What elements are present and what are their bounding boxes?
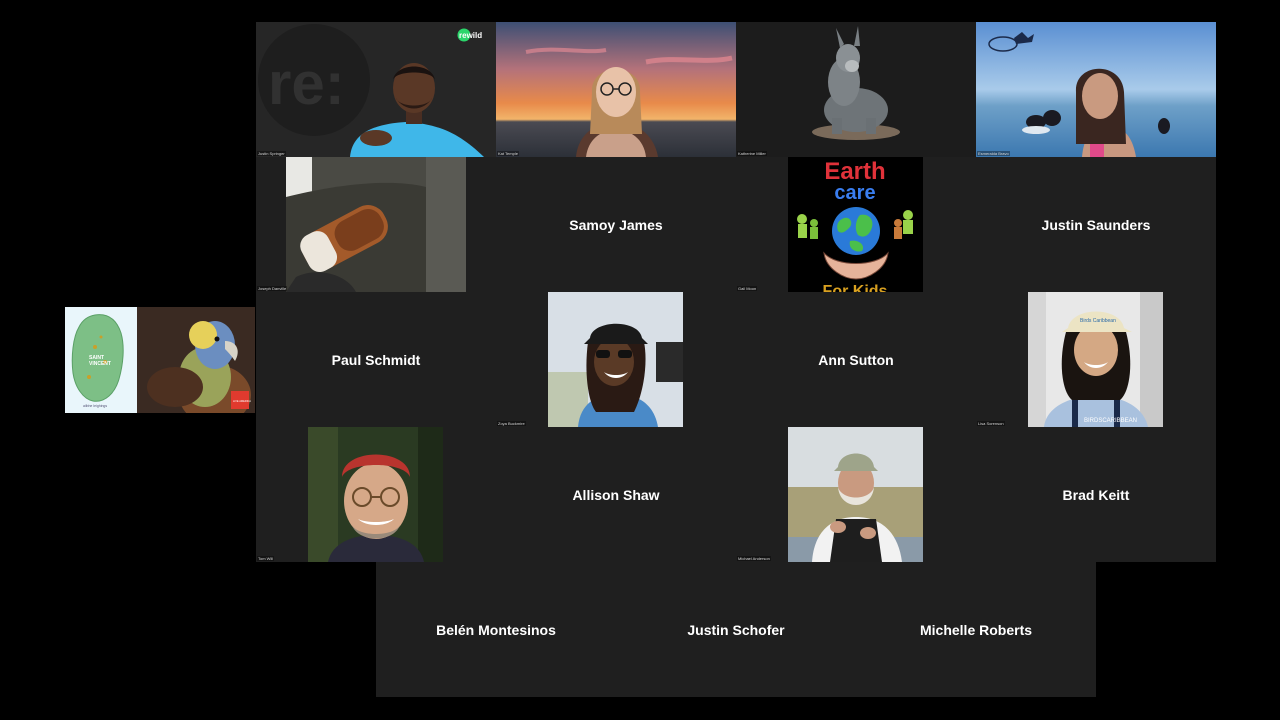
participant-tile[interactable]: Brad Keitt xyxy=(976,427,1216,562)
participant-tile[interactable]: Allison Shaw xyxy=(496,427,736,562)
video-katherine-miller xyxy=(736,22,976,157)
participant-name: Esmeralda Bravo xyxy=(977,151,1010,156)
video-feed xyxy=(496,22,736,157)
participant-name: Brad Keitt xyxy=(1062,486,1130,503)
video-kat-temple xyxy=(496,22,736,157)
participant-name: Allison Shaw xyxy=(572,486,660,503)
video-zoya-buckmire xyxy=(548,292,683,427)
shirt-text: BIRDSCARIBBEAN xyxy=(1084,418,1137,424)
poster-line2: care xyxy=(834,182,875,204)
video-feed xyxy=(788,427,923,562)
video-justin-springer: re: rewild xyxy=(256,22,496,157)
participant-name: Ann Sutton xyxy=(818,351,894,368)
participant-name: Justin Springer xyxy=(257,151,286,156)
map-and-parrot-image: SAINT VINCENT ailbhe leighings LIVE AMER… xyxy=(65,307,255,413)
participant-tile[interactable]: Zoya Buckmire xyxy=(496,292,736,427)
poster-line1: Earth xyxy=(824,158,885,185)
participant-name: Belén Montesinos xyxy=(436,621,556,638)
participant-tile[interactable]: Joseph Danville xyxy=(256,157,496,292)
participant-tile[interactable]: Esmeralda Bravo xyxy=(976,22,1216,157)
participant-name: Katherine Miller xyxy=(737,151,767,156)
participant-tile[interactable]: Michael Anderson xyxy=(736,427,976,562)
video-feed xyxy=(308,427,443,562)
participant-tile[interactable]: Ann Sutton xyxy=(736,292,976,427)
participant-tile[interactable]: BIRDSCARIBBEAN Birds Caribbean Lisa Sore… xyxy=(976,292,1216,427)
participant-tile[interactable]: Michelle Roberts xyxy=(856,562,1096,697)
participant-tile[interactable]: Katherine Miller xyxy=(736,22,976,157)
video-earth-care-poster: Earth care For Kids xyxy=(788,157,923,292)
video-feed: Earth care For Kids xyxy=(788,157,923,292)
cap-text: Birds Caribbean xyxy=(1080,318,1116,324)
participant-tile[interactable]: Tom Will xyxy=(256,427,496,562)
participant-name: Michelle Roberts xyxy=(919,621,1033,638)
participant-tile[interactable]: Justin Schofer xyxy=(616,562,856,697)
video-joseph-danville xyxy=(286,157,466,292)
rewild-watermark: re: xyxy=(268,50,345,117)
participant-tile[interactable]: Belén Montesinos xyxy=(376,562,616,697)
map-title-line2: VINCENT xyxy=(89,361,111,367)
participant-tile[interactable]: Earth care For Kids Gail Moon xyxy=(736,157,976,292)
participant-name: Joseph Danville xyxy=(257,286,288,291)
participant-name: Samoy James xyxy=(569,216,663,233)
video-feed: BIRDSCARIBBEAN Birds Caribbean xyxy=(1028,292,1163,427)
participant-name: Kat Temple xyxy=(497,151,519,156)
participant-name: Justin Saunders xyxy=(1041,216,1151,233)
participant-tile[interactable]: Justin Saunders xyxy=(976,157,1216,292)
participant-name: Justin Schofer xyxy=(687,621,785,638)
video-feed xyxy=(286,157,466,292)
gallery-view: SAINT VINCENT ailbhe leighings LIVE AMER… xyxy=(0,0,1280,720)
live-badge: LIVE AMERICA xyxy=(233,399,251,403)
participant-name: Tom Will xyxy=(257,556,275,561)
participant-tile[interactable]: Kat Temple xyxy=(496,22,736,157)
map-caption: ailbhe leighings xyxy=(83,404,107,408)
participant-name: Paul Schmidt xyxy=(331,351,421,368)
rewild-logo-text: rewild xyxy=(459,31,482,40)
participant-name: Zoya Buckmire xyxy=(497,421,526,426)
participant-name: Gail Moon xyxy=(737,286,758,291)
video-feed xyxy=(736,22,976,157)
participant-tile[interactable]: re: rewild Justin Springer xyxy=(256,22,496,157)
video-feed: re: rewild xyxy=(256,22,496,157)
participant-tile[interactable]: Paul Schmidt xyxy=(256,292,496,427)
video-esmeralda-bravo xyxy=(976,22,1216,157)
video-lisa-sorenson: BIRDSCARIBBEAN Birds Caribbean xyxy=(1028,292,1163,427)
screen-share-thumbnail[interactable]: SAINT VINCENT ailbhe leighings LIVE AMER… xyxy=(65,307,255,413)
video-tom-will xyxy=(308,427,443,562)
video-feed xyxy=(548,292,683,427)
participant-tile[interactable]: Samoy James xyxy=(496,157,736,292)
video-michael-anderson xyxy=(788,427,923,562)
participant-name: Michael Anderson xyxy=(737,556,771,561)
participant-name: Lisa Sorenson xyxy=(977,421,1005,426)
poster-line3: For Kids xyxy=(823,283,888,292)
video-feed xyxy=(976,22,1216,157)
